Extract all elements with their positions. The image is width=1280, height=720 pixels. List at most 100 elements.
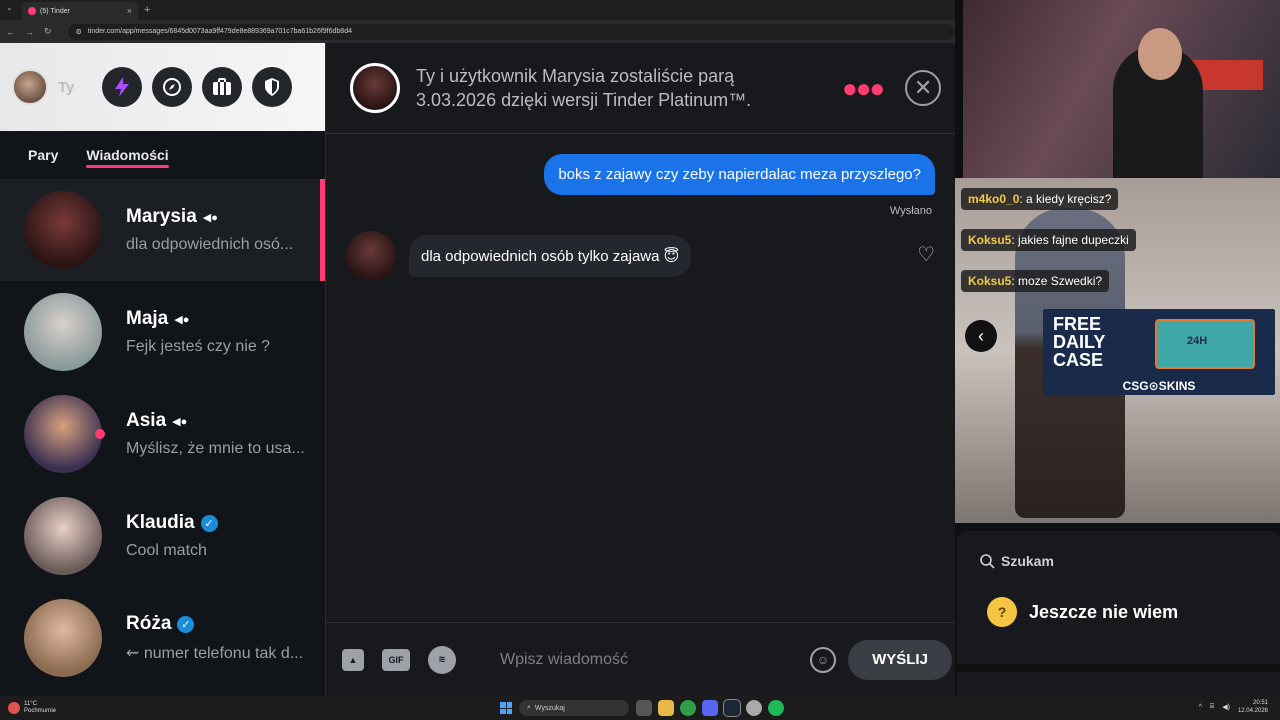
thinking-face-icon: ?: [987, 597, 1017, 627]
url-field[interactable]: ⚙ tinder.com/app/messages/6845d0073aa9ff…: [67, 23, 955, 40]
avatar: [24, 497, 102, 575]
incoming-message-row: dla odpowiednich osób tylko zajawa 😇: [346, 231, 692, 281]
conversation-name: Marysia: [126, 206, 197, 227]
weather-widget[interactable]: 11°C Pochmurnie: [8, 701, 56, 715]
conversation-preview: ⇜ numer telefonu tak d...: [126, 645, 304, 662]
looking-for-label: Szukam: [979, 553, 1054, 569]
discord-icon[interactable]: [702, 700, 718, 716]
gif-button[interactable]: GIF: [382, 648, 410, 671]
sent-status: Wysłano: [889, 205, 932, 217]
my-avatar[interactable]: [12, 69, 48, 105]
forward-icon[interactable]: →: [25, 27, 34, 37]
online-indicator: [95, 429, 105, 439]
tab-close-icon[interactable]: ×: [127, 6, 132, 16]
match-avatar[interactable]: [350, 63, 400, 113]
chat-header: Ty i użytkownik Marysia zostaliście parą…: [326, 43, 955, 134]
stream-overlay: m4ko0_0: a kiedy kręcisz? Koksu5: jakies…: [955, 0, 1280, 696]
conversation-item[interactable]: Marysia ◀● dla odpowiednich osó...: [0, 179, 325, 281]
conversation-name: Klaudia: [126, 512, 195, 533]
boost-button[interactable]: [102, 67, 143, 107]
looking-for-value: ? Jeszcze nie wiem: [987, 597, 1178, 627]
compass-icon: [163, 78, 182, 96]
tab-title: (5) Tinder: [40, 7, 70, 15]
outgoing-message: boks z zajawy czy zeby napierdalac meza …: [544, 154, 935, 195]
network-icon[interactable]: ⌸: [1210, 703, 1214, 711]
close-icon: ✕: [913, 75, 933, 100]
conversation-name: Maja: [126, 308, 169, 329]
sponsor-ad[interactable]: FREE DAILY CASE 24H CSG⊙SKINS: [1043, 309, 1275, 395]
avatar: [24, 293, 102, 371]
spotify-icon[interactable]: ≋: [428, 645, 456, 674]
like-message-heart-icon[interactable]: ♡: [917, 242, 935, 267]
lightning-icon: [115, 77, 130, 97]
conversation-name: Róża: [126, 613, 172, 634]
shield-icon: [265, 78, 280, 96]
incoming-message: dla odpowiednich osób tylko zajawa 😇: [409, 235, 692, 277]
explore-button[interactable]: [152, 67, 193, 107]
conversation-item[interactable]: Róża ✓ ⇜ numer telefonu tak d...: [0, 587, 325, 689]
message-input[interactable]: Wpisz wiadomość: [500, 651, 800, 669]
work-button[interactable]: [202, 67, 243, 107]
sidebar-header: Ty: [0, 43, 325, 131]
previous-photo-icon[interactable]: ‹: [965, 320, 997, 352]
avatar: [24, 191, 102, 269]
reload-icon[interactable]: ↻: [44, 26, 52, 37]
sender-avatar[interactable]: [346, 231, 396, 281]
tab-list-icon[interactable]: ⌄: [6, 3, 13, 12]
contact-card-icon[interactable]: ▲: [342, 648, 364, 671]
conversation-item[interactable]: Maja ◀● Fejk jesteś czy nie ?: [0, 281, 325, 383]
video-badge-icon: ◀●: [202, 211, 218, 224]
conversation-name: Asia: [126, 410, 167, 431]
conversation-item[interactable]: Klaudia ✓ Cool match: [0, 485, 325, 587]
chat-panel: Ty i użytkownik Marysia zostaliście parą…: [325, 43, 956, 696]
conversation-item[interactable]: Asia ◀● Myślisz, że mnie to usa...: [0, 383, 325, 485]
close-chat-button[interactable]: ✕: [905, 70, 942, 106]
search-icon: [980, 554, 995, 569]
video-badge-icon: ◀●: [174, 313, 190, 326]
conversation-preview: Fejk jesteś czy nie ?: [126, 338, 271, 355]
case-graphic: 24H: [1155, 319, 1255, 369]
my-profile-label[interactable]: Ty: [58, 79, 74, 96]
windows-start-icon[interactable]: [500, 702, 512, 714]
stream-chat-line: Koksu5: moze Szwedki?: [961, 270, 1110, 292]
site-info-icon[interactable]: ⚙: [76, 28, 82, 36]
tray-overflow-icon[interactable]: ^: [1199, 704, 1202, 711]
sidebar: Ty Pary Wiadomości Marysia ◀● dla odpowie…: [0, 43, 325, 696]
browser-tabbar: ⌄ (5) Tinder × +: [0, 0, 963, 20]
new-tab-button[interactable]: +: [144, 4, 150, 16]
taskbar-search[interactable]: ⌕ Wyszukaj: [519, 700, 629, 716]
steam-icon[interactable]: [723, 699, 741, 717]
match-info-text: Ty i użytkownik Marysia zostaliście parą…: [416, 66, 752, 110]
clock[interactable]: 20:51 12.04.2026: [1238, 699, 1268, 715]
tinder-favicon-icon: [28, 7, 36, 15]
obs-icon[interactable]: [746, 700, 762, 716]
browser-tab-tinder[interactable]: (5) Tinder ×: [22, 2, 138, 20]
conversation-preview: Cool match: [126, 542, 207, 559]
volume-icon[interactable]: ◀): [1222, 703, 1230, 711]
ad-brand: CSG⊙SKINS: [1122, 379, 1196, 393]
webcam-feed: [963, 0, 1280, 178]
back-icon[interactable]: ←: [6, 27, 15, 37]
more-options-icon[interactable]: ●●●: [842, 73, 885, 104]
webcam-streamer-head: [1138, 28, 1182, 80]
weather-icon: [8, 702, 20, 714]
search-icon: ⌕: [527, 704, 531, 711]
verified-icon: ✓: [200, 514, 218, 532]
ad-title: FREE DAILY CASE: [1053, 314, 1106, 370]
tab-messages[interactable]: Wiadomości: [86, 147, 170, 168]
windows-taskbar: 11°C Pochmurnie ⌕ Wyszukaj ^ ⌸ ◀) 20:51 12…: [0, 696, 1280, 720]
emoji-icon[interactable]: ☺: [810, 646, 836, 673]
chrome-icon[interactable]: [680, 700, 696, 716]
tab-matches[interactable]: Pary: [28, 147, 58, 163]
file-explorer-icon[interactable]: [658, 700, 674, 716]
task-view-icon[interactable]: [636, 700, 652, 716]
system-tray: ^ ⌸ ◀) 20:51 12.04.2026: [1199, 699, 1268, 715]
profile-info-panel: Szukam ? Jeszcze nie wiem: [957, 531, 1280, 664]
stream-chat-line: Koksu5: jakies fajne dupeczki: [961, 229, 1136, 251]
send-button[interactable]: WYŚLIJ: [848, 639, 952, 680]
safety-button[interactable]: [252, 67, 293, 107]
spotify-icon[interactable]: [768, 700, 784, 716]
conversation-preview: dla odpowiednich osó...: [126, 236, 294, 253]
profile-photo: m4ko0_0: a kiedy kręcisz? Koksu5: jakies…: [955, 178, 1280, 523]
taskbar-apps: [636, 699, 784, 717]
